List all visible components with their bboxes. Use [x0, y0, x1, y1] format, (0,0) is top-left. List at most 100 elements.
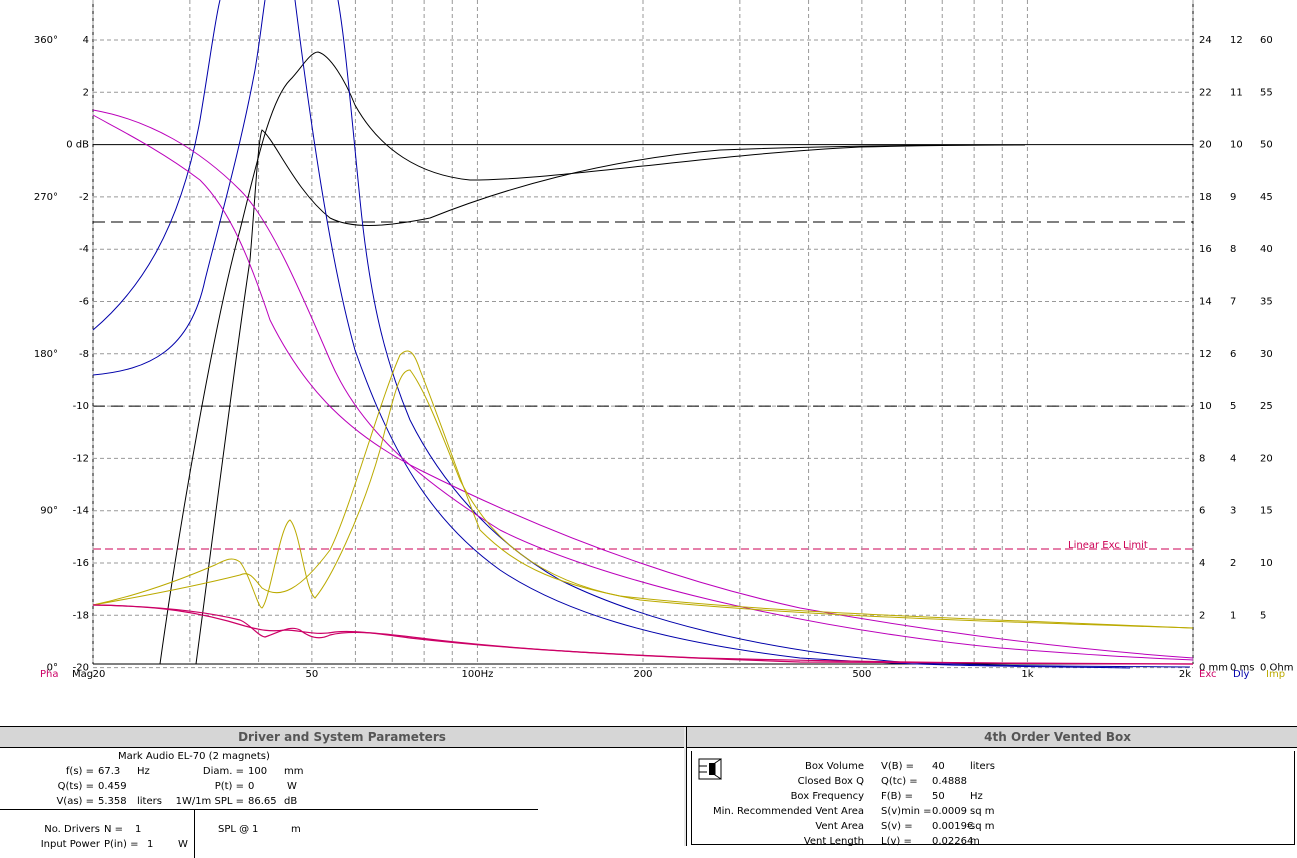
fs-unit: Hz	[137, 766, 150, 777]
qts-value[interactable]: 0.459	[98, 781, 127, 792]
divider	[0, 715, 1297, 727]
box-param-value[interactable]: 40	[932, 761, 945, 772]
fs-label: f(s) =	[65, 766, 94, 777]
box-param-unit: liters	[970, 761, 995, 772]
box-param-value[interactable]: 50	[932, 791, 945, 802]
pt-unit: W	[287, 781, 297, 792]
driver-panel-title: Driver and System Parameters	[0, 727, 684, 748]
right-dly-tick: 8	[1230, 244, 1236, 255]
excursion-axis-label: Exc	[1199, 669, 1217, 680]
left-db-tick: -14	[73, 506, 89, 517]
left-db-tick: 4	[83, 35, 89, 46]
panel-rule	[0, 809, 538, 810]
plot-labels: 4 360° 2 0 dB -2 270° -4 -6 -8 180° -10 -12 -14 90° -1…	[34, 35, 1294, 680]
spl-unit: dB	[284, 796, 298, 807]
input-power-sym: P(in) =	[104, 839, 139, 850]
box-param-label: Box Volume	[805, 761, 864, 772]
num-drivers-sym: N =	[104, 824, 124, 835]
pt-label: P(t) =	[214, 781, 244, 792]
right-exc-tick: 16	[1199, 244, 1212, 255]
right-imp-tick: 60	[1260, 35, 1273, 46]
plot-grid	[92, 0, 1194, 669]
right-imp-tick: 10	[1260, 558, 1273, 569]
pt-value[interactable]: 0	[248, 781, 254, 792]
magnitude-curve-b	[195, 129, 1001, 665]
box-param-value[interactable]: 0.4888	[932, 776, 967, 787]
box-param-unit: sq m	[970, 806, 995, 817]
left-db-tick: 2	[83, 87, 89, 98]
right-dly-tick: 6	[1230, 349, 1236, 360]
panel-rule-v	[194, 810, 195, 858]
vas-label: V(as) =	[56, 796, 94, 807]
spl-at-unit: m	[291, 824, 301, 835]
input-power-unit: W	[178, 839, 188, 850]
delay-curve-b	[92, 0, 266, 376]
qts-label: Q(ts) =	[57, 781, 94, 792]
magnitude-axis-label: Mag	[72, 669, 93, 680]
right-dly-tick: 2	[1230, 558, 1236, 569]
box-param-value[interactable]: 0.0009	[932, 806, 967, 817]
left-phase-tick: 180°	[34, 349, 58, 360]
right-dly-tick: 1	[1230, 610, 1236, 621]
diam-value[interactable]: 100	[248, 766, 267, 777]
right-exc-tick: 6	[1199, 506, 1205, 517]
x-tick-label: 1k	[1021, 669, 1033, 680]
box-param-sym: F(B) =	[881, 791, 913, 802]
delay-curve-a	[92, 0, 221, 331]
box-param-value[interactable]: 0.02264	[932, 836, 973, 847]
box-param-label: Min. Recommended Vent Area	[712, 806, 864, 817]
diam-label: Diam. =	[202, 766, 244, 777]
box-param-unit: sq m	[970, 821, 995, 832]
delay-axis-label: Dly	[1233, 669, 1249, 680]
left-phase-tick: 90°	[40, 506, 58, 517]
box-param-sym: S(v) =	[881, 821, 913, 832]
linear-exc-limit-label: Linear Exc Limit	[1068, 540, 1148, 551]
left-db-tick: -4	[79, 244, 89, 255]
right-exc-tick: 10	[1199, 401, 1212, 412]
right-exc-tick: 2	[1199, 610, 1205, 621]
box-param-sym: L(v) =	[881, 836, 912, 847]
spl-at-label: SPL @	[218, 824, 250, 835]
right-imp-tick: 35	[1260, 297, 1273, 308]
x-tick-label: 50	[305, 669, 318, 680]
right-dly-tick: 9	[1230, 192, 1236, 203]
right-exc-tick: 24	[1199, 35, 1212, 46]
num-drivers-label: No. Drivers	[44, 824, 100, 835]
spl-at-value[interactable]: 1	[252, 824, 258, 835]
num-drivers-value[interactable]: 1	[135, 824, 141, 835]
x-tick-label: 2k	[1179, 669, 1191, 680]
left-phase-tick: 270°	[34, 192, 58, 203]
box-param-sym: S(v)min =	[881, 806, 932, 817]
vas-unit: liters	[137, 796, 162, 807]
spl-value[interactable]: 86.65	[248, 796, 277, 807]
x-tick-label: 100Hz	[462, 669, 494, 680]
right-imp-tick: 30	[1260, 349, 1273, 360]
box-param-sym: Q(tc) =	[881, 776, 918, 787]
right-imp-tick: 45	[1260, 192, 1273, 203]
right-dly-tick: 12	[1230, 35, 1243, 46]
right-exc-tick: 22	[1199, 87, 1212, 98]
left-db-tick: -12	[73, 453, 89, 464]
right-imp-tick: 5	[1260, 610, 1266, 621]
left-db-tick: -16	[73, 558, 89, 569]
x-tick-label: 500	[852, 669, 871, 680]
right-dly-tick: 4	[1230, 453, 1236, 464]
right-imp-tick: 55	[1260, 87, 1273, 98]
box-parameters-panel: 4th Order Vented Box Box Volume V(B) = 40 l…	[686, 727, 1297, 847]
box-param-unit: Hz	[970, 791, 983, 802]
input-power-value[interactable]: 1	[147, 839, 153, 850]
box-param-label: Vent Area	[815, 821, 864, 832]
left-db-tick: -6	[79, 297, 89, 308]
input-power-label: Input Power	[40, 839, 100, 850]
phase-axis-label: Pha	[40, 669, 59, 680]
driver-name[interactable]: Mark Audio EL-70 (2 magnets)	[118, 751, 270, 762]
box-param-value[interactable]: 0.0019€	[932, 821, 973, 832]
parameters-area: Driver and System Parameters Mark Audio …	[0, 715, 1297, 858]
right-exc-tick: 8	[1199, 453, 1205, 464]
response-plot: 4 360° 2 0 dB -2 270° -4 -6 -8 180° -10 -12 -14 90° -1…	[34, 0, 1294, 680]
left-db-tick: -10	[73, 401, 89, 412]
vas-value[interactable]: 5.358	[98, 796, 127, 807]
right-imp-tick: 50	[1260, 140, 1273, 151]
left-db-tick: 0 dB	[66, 140, 89, 151]
fs-value[interactable]: 67.3	[98, 766, 120, 777]
